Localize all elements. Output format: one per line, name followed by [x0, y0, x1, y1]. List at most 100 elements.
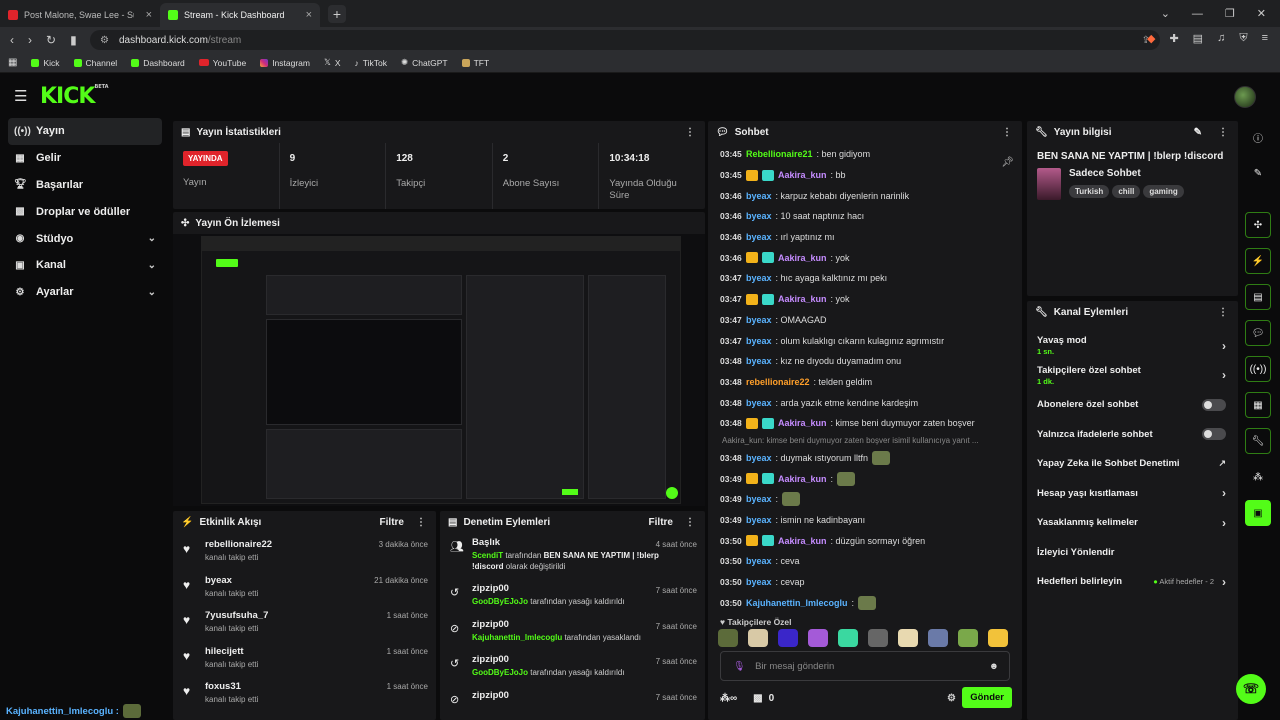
chat-message[interactable]: 03:47 byeax: OMAAGAD — [708, 310, 1008, 331]
users-link-icon[interactable]: ⁂∞ — [720, 693, 737, 704]
broadcast-widget-icon[interactable]: ((•)) — [1245, 356, 1271, 382]
chat-settings-icon[interactable]: ⚙ — [947, 693, 956, 704]
chat-message[interactable]: 03:45 Rebellionaire21: ben gidiyom — [708, 144, 1008, 165]
minimize-icon[interactable]: — — [1192, 8, 1203, 20]
chat-message[interactable]: 03:49 Aakira_kun: — [708, 468, 1008, 489]
chat-message[interactable]: 03:47 Aakira_kun: yok — [708, 289, 1008, 310]
emoji-picker-icon[interactable]: ☻ — [989, 661, 999, 672]
bookmark-dashboard[interactable]: Dashboard — [131, 58, 185, 68]
message-username[interactable]: Aakira_kun — [778, 170, 827, 180]
emotes-only-toggle[interactable] — [1202, 428, 1226, 441]
chat-message[interactable]: 03:50 byeax: ceva — [708, 551, 1008, 572]
more-options-icon[interactable]: ⋮ — [1218, 127, 1228, 138]
back-icon[interactable]: ‹ — [10, 33, 14, 47]
emote-icon[interactable] — [718, 629, 738, 647]
chat-message[interactable]: 03:48 byeax: arda yazık etme kendıne kard… — [708, 392, 1008, 413]
emote-icon[interactable] — [838, 629, 858, 647]
list-item[interactable]: ♥ rebellionaire22 kanalı takip etti 3 dakik… — [173, 533, 436, 569]
emote-icon[interactable] — [898, 629, 918, 647]
emote-icon[interactable] — [748, 629, 768, 647]
preview-widget-icon[interactable]: ✣ — [1245, 212, 1271, 238]
emote-icon[interactable] — [868, 629, 888, 647]
list-item[interactable]: ⊘ zipzip00 7 saat önce — [440, 686, 705, 720]
forward-icon[interactable]: › — [28, 33, 32, 47]
close-tab-icon[interactable]: × — [146, 9, 152, 21]
message-username[interactable]: byeax — [746, 556, 772, 566]
chat-widget-icon[interactable]: 💬︎ — [1245, 320, 1271, 346]
goals-row[interactable]: Hedefleri belirleyin ● Aktif hedefler - 2… — [1027, 567, 1238, 597]
extension-widget-icon[interactable]: ▣ — [1245, 500, 1271, 526]
chat-message[interactable]: 03:48 rebellionaire22: telden geldim — [708, 372, 1008, 393]
message-username[interactable]: byeax — [746, 315, 772, 325]
more-options-icon[interactable]: ⋮ — [1218, 307, 1228, 318]
users-widget-icon[interactable]: ⁂ — [1245, 464, 1271, 490]
message-username[interactable]: byeax — [746, 273, 772, 283]
chat-message[interactable]: 03:46 byeax: 10 saat naptınız hacı — [708, 206, 1008, 227]
site-info-icon[interactable]: ⚙ — [100, 35, 109, 46]
chat-message[interactable]: 03:49 byeax: ismin ne kadinbayanı — [708, 510, 1008, 531]
activity-widget-icon[interactable]: ⚡ — [1245, 248, 1271, 274]
more-options-icon[interactable]: ⋮ — [1002, 127, 1012, 138]
message-username[interactable]: byeax — [746, 453, 772, 463]
stream-preview-video[interactable] — [173, 234, 705, 506]
close-tab-icon[interactable]: × — [306, 9, 312, 21]
list-item[interactable]: ⊘ zipzip00 Kajuhanettin_lmlecoglu tarafınd… — [440, 615, 705, 651]
chat-message[interactable]: 03:48 byeax: kız ne dıyodu duyamadım onu — [708, 351, 1008, 372]
more-options-icon[interactable]: ⋮ — [416, 517, 426, 528]
message-username[interactable]: byeax — [746, 336, 772, 346]
edit-layout-icon[interactable]: ✎ — [1245, 160, 1271, 186]
message-username[interactable]: byeax — [746, 211, 772, 221]
menu-icon[interactable]: ≡ — [1262, 32, 1268, 45]
media-icon[interactable]: ♫ — [1217, 32, 1225, 45]
emote-icon[interactable] — [988, 629, 1008, 647]
list-item[interactable]: ♥ foxus31 kanalı takip etti 1 saat önce — [173, 675, 436, 711]
emote-icon[interactable] — [958, 629, 978, 647]
message-username[interactable]: byeax — [746, 232, 772, 242]
browser-tab-kick-dashboard[interactable]: Stream - Kick Dashboard × — [160, 3, 320, 27]
apps-grid-icon[interactable]: ▦ — [8, 57, 17, 68]
subscribers-only-toggle[interactable] — [1202, 398, 1226, 411]
message-username[interactable]: Aakira_kun — [778, 294, 827, 304]
message-username[interactable]: Aakira_kun — [778, 474, 827, 484]
chat-message[interactable]: 03:47 byeax: hıc ayaga kalktınız mı pekı — [708, 268, 1008, 289]
emote-icon[interactable] — [778, 629, 798, 647]
bookmark-chatgpt[interactable]: ✺ ChatGPT — [401, 57, 448, 68]
filter-button[interactable]: Filtre — [649, 517, 673, 528]
bookmark-kick[interactable]: Kick — [31, 58, 60, 68]
chat-message[interactable]: 03:46 byeax: ırl yaptınız mı — [708, 227, 1008, 248]
raid-row[interactable]: İzleyici Yönlendir — [1027, 538, 1238, 568]
vpn-icon[interactable]: ⛨ — [1239, 32, 1247, 45]
sidebar-item-basarilar[interactable]: 🏆︎ Başarılar — [8, 172, 162, 199]
chat-message[interactable]: 03:50 Kajuhanettin_lmlecoglu: — [708, 592, 1008, 613]
more-options-icon[interactable]: ⋮ — [685, 517, 695, 528]
close-window-icon[interactable]: ✕ — [1257, 7, 1266, 20]
bookmark-x[interactable]: 𝕏X — [324, 57, 341, 68]
message-username[interactable]: Kajuhanettin_lmlecoglu — [746, 598, 848, 608]
chat-message[interactable]: 03:49 byeax: — [708, 489, 1008, 510]
account-age-row[interactable]: Hesap yaşı kısıtlaması › — [1027, 479, 1238, 509]
list-item[interactable]: ♥ 7yusufsuha_7 kanalı takip etti 1 saat önc… — [173, 604, 436, 640]
emote-icon[interactable] — [808, 629, 828, 647]
info-icon[interactable]: ⓘ — [1245, 124, 1271, 150]
followers-only-row[interactable]: Takipçilere özel sohbet 1 dk. › — [1027, 361, 1238, 391]
gift-icon[interactable]: ▩ — [753, 693, 762, 704]
list-item[interactable]: ♥ hilecijett kanalı takip etti 1 saat önce — [173, 640, 436, 676]
bookmark-youtube[interactable]: YouTube — [198, 58, 246, 68]
browser-tab-youtube[interactable]: Post Malone, Swae Lee - Sunflower ( × — [0, 3, 160, 27]
chat-message[interactable]: 03:50 byeax: cevap — [708, 572, 1008, 593]
message-username[interactable]: Rebellionaire21 — [746, 149, 813, 159]
extensions-icon[interactable]: ✚ — [1169, 32, 1178, 45]
url-field[interactable]: ⚙ dashboard.kick.com/stream ⇪ — [90, 30, 1160, 50]
ai-moderation-row[interactable]: Yapay Zeka ile Sohbet Denetimi ↗ — [1027, 449, 1238, 479]
send-button[interactable]: Gönder — [962, 687, 1012, 708]
wrench-widget-icon[interactable]: 🔧︎ — [1245, 428, 1271, 454]
chat-message[interactable]: 03:50 Aakira_kun: düzgün sormayı öğren — [708, 530, 1008, 551]
list-item[interactable]: ↺ zipzip00 GooDByEJoJo tarafından yasağı k… — [440, 650, 705, 686]
bookmark-tiktok[interactable]: ♪ TikTok — [355, 58, 388, 68]
bookmark-channel[interactable]: Channel — [73, 58, 117, 68]
slow-mode-row[interactable]: Yavaş mod 1 sn. › — [1027, 331, 1238, 361]
support-chat-button[interactable]: ☏ — [1236, 674, 1266, 704]
message-username[interactable]: Aakira_kun — [778, 253, 827, 263]
banned-words-row[interactable]: Yasaklanmış kelimeler › — [1027, 508, 1238, 538]
list-item[interactable]: ↺ zipzip00 GooDByEJoJo tarafından yasağı k… — [440, 579, 705, 615]
